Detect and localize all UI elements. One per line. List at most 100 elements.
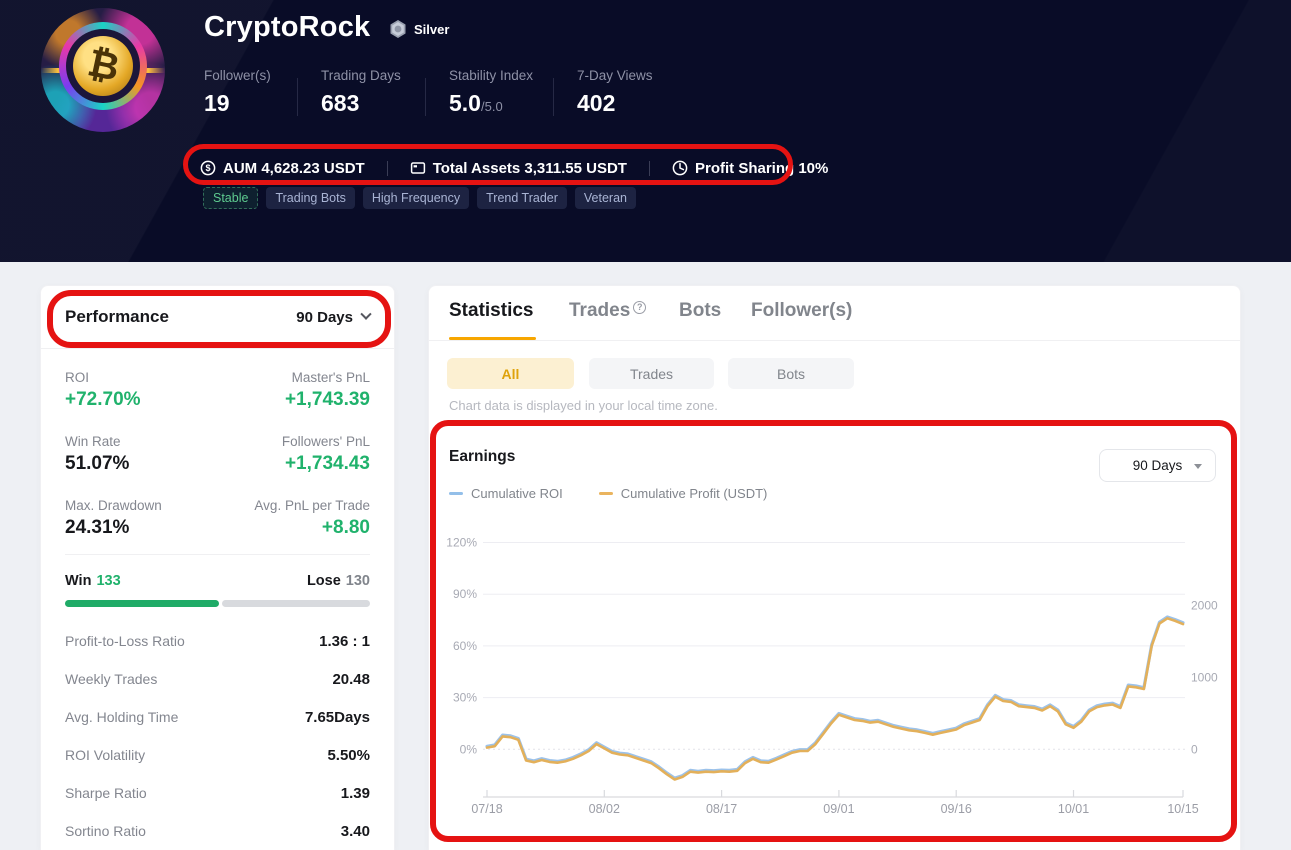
metric-avg-pnl-per-trade: Avg. PnL per Trade +8.80: [254, 498, 370, 539]
legend-swatch-profit: [599, 492, 613, 495]
earnings-range-select[interactable]: 90 Days: [1099, 449, 1216, 482]
filter-bots[interactable]: Bots: [728, 358, 854, 389]
y-axis-tick-label: 0%: [460, 742, 478, 756]
chevron-down-icon: [360, 309, 371, 320]
metric-roi: ROI +72.70%: [65, 370, 141, 411]
tag-high-frequency: High Frequency: [363, 187, 469, 209]
avatar-ring: ₿: [59, 22, 147, 110]
y-axis-tick-label: 30%: [453, 691, 477, 705]
metric-value: +8.80: [254, 517, 370, 539]
x-axis-tick-label: 09/16: [941, 802, 972, 816]
stat-row-roi-volatility: ROI Volatility 5.50%: [65, 736, 370, 774]
svg-text:$: $: [205, 163, 210, 173]
metric-max-drawdown: Max. Drawdown 24.31%: [65, 498, 162, 539]
metric-value: +1,743.39: [285, 389, 370, 411]
tab-bots[interactable]: Bots: [679, 300, 721, 322]
legend-cumulative-roi: Cumulative ROI: [449, 486, 563, 501]
lose-bar-segment: [222, 600, 370, 607]
tab-statistics[interactable]: Statistics: [449, 300, 533, 322]
y-axis-tick-label: 60%: [453, 639, 477, 653]
stat-label: Follower(s): [204, 68, 271, 83]
row-value: 5.50%: [327, 747, 370, 764]
row-value: 1.39: [341, 785, 370, 802]
stat-row-sharpe-ratio: Sharpe Ratio 1.39: [65, 774, 370, 812]
stat-suffix: /5.0: [481, 99, 503, 114]
legend-label: Cumulative Profit (USDT): [621, 486, 768, 501]
stat-value: 683: [321, 90, 359, 116]
row-value: 3.40: [341, 823, 370, 840]
performance-range-dropdown[interactable]: 90 Days: [296, 309, 370, 326]
right-axis-tick-label: 0: [1191, 742, 1198, 756]
win-count: 133: [96, 573, 120, 589]
row-label: Sortino Ratio: [65, 823, 146, 839]
metric-value: +72.70%: [65, 389, 141, 411]
legend-label: Cumulative ROI: [471, 486, 563, 501]
tier-badge-label: Silver: [414, 22, 449, 37]
metric-label: Win Rate: [65, 434, 129, 449]
win-lose-bar: [65, 600, 370, 607]
earnings-title: Earnings: [449, 448, 515, 466]
row-value: 20.48: [332, 671, 370, 688]
metric-label: Avg. PnL per Trade: [254, 498, 370, 513]
aum-divider: [649, 161, 650, 176]
performance-header: Performance 90 Days: [41, 286, 394, 349]
x-axis-tick-label: 08/17: [706, 802, 737, 816]
statistics-panel: Statistics Trades? Bots Follower(s) All …: [428, 285, 1241, 850]
wallet-card-icon: [410, 160, 426, 176]
divider: [65, 554, 370, 555]
performance-range-value: 90 Days: [296, 309, 353, 326]
win-lose-row: Win133 Lose130: [65, 572, 370, 590]
metric-followers-pnl: Followers' PnL +1,734.43: [282, 434, 370, 475]
tab-trades[interactable]: Trades?: [569, 300, 646, 322]
filter-trades[interactable]: Trades: [589, 358, 714, 389]
bitcoin-icon: ₿: [73, 36, 133, 96]
silver-medal-icon: [388, 19, 408, 39]
row-label: Weekly Trades: [65, 671, 157, 687]
metric-label: Followers' PnL: [282, 434, 370, 449]
stat-row-weekly-trades: Weekly Trades 20.48: [65, 660, 370, 698]
timezone-note: Chart data is displayed in your local ti…: [449, 398, 718, 413]
stat-row-sortino-ratio: Sortino Ratio 3.40: [65, 812, 370, 850]
metric-value: 24.31%: [65, 517, 162, 539]
tab-trades-label: Trades: [569, 300, 630, 321]
line-cumulative-profit: [487, 618, 1183, 779]
filter-all[interactable]: All: [447, 358, 574, 389]
right-axis-tick-label: 1000: [1191, 670, 1218, 684]
row-label: Profit-to-Loss Ratio: [65, 633, 185, 649]
aum-item: $ AUM 4,628.23 USDT: [200, 160, 365, 177]
earnings-chart[interactable]: 0%30%60%90%120%01000200007/1808/0208/170…: [437, 521, 1237, 821]
metric-value: 51.07%: [65, 453, 129, 475]
x-axis-tick-label: 08/02: [589, 802, 620, 816]
row-value: 7.65Days: [305, 709, 370, 726]
stat-value: 19: [204, 90, 230, 116]
win-bar-segment: [65, 600, 219, 607]
row-value: 1.36 : 1: [319, 633, 370, 650]
stat-value: 402: [577, 90, 615, 116]
tag-trading-bots: Trading Bots: [266, 187, 354, 209]
metric-value: +1,734.43: [282, 453, 370, 475]
stat-label: 7-Day Views: [577, 68, 653, 83]
profit-share-pie-icon: [672, 160, 688, 176]
metric-win-rate: Win Rate 51.07%: [65, 434, 129, 475]
metric-masters-pnl: Master's PnL +1,743.39: [285, 370, 370, 411]
aum-text: Profit Sharing 10%: [695, 160, 828, 177]
tag-trend-trader: Trend Trader: [477, 187, 567, 209]
profit-sharing-item: Profit Sharing 10%: [672, 160, 828, 177]
stat-row-profit-loss-ratio: Profit-to-Loss Ratio 1.36 : 1: [65, 622, 370, 660]
performance-card: Performance 90 Days ROI +72.70% Master's…: [40, 285, 395, 850]
y-axis-tick-label: 120%: [446, 536, 477, 550]
y-axis-tick-label: 90%: [453, 587, 477, 601]
right-axis-tick-label: 2000: [1191, 599, 1218, 613]
tab-followers[interactable]: Follower(s): [751, 300, 852, 322]
tier-badge: Silver: [388, 19, 449, 39]
stat-followers: Follower(s) 19: [204, 68, 271, 117]
row-label: Sharpe Ratio: [65, 785, 147, 801]
stat-divider: [297, 78, 298, 116]
aum-bar: $ AUM 4,628.23 USDT Total Assets 3,311.5…: [200, 155, 828, 181]
tag-list: Stable Trading Bots High Frequency Trend…: [203, 187, 636, 209]
row-label: ROI Volatility: [65, 747, 145, 763]
stat-divider: [425, 78, 426, 116]
dollar-circle-icon: $: [200, 160, 216, 176]
win-label: Win: [65, 573, 91, 589]
aum-text: AUM 4,628.23 USDT: [223, 160, 365, 177]
